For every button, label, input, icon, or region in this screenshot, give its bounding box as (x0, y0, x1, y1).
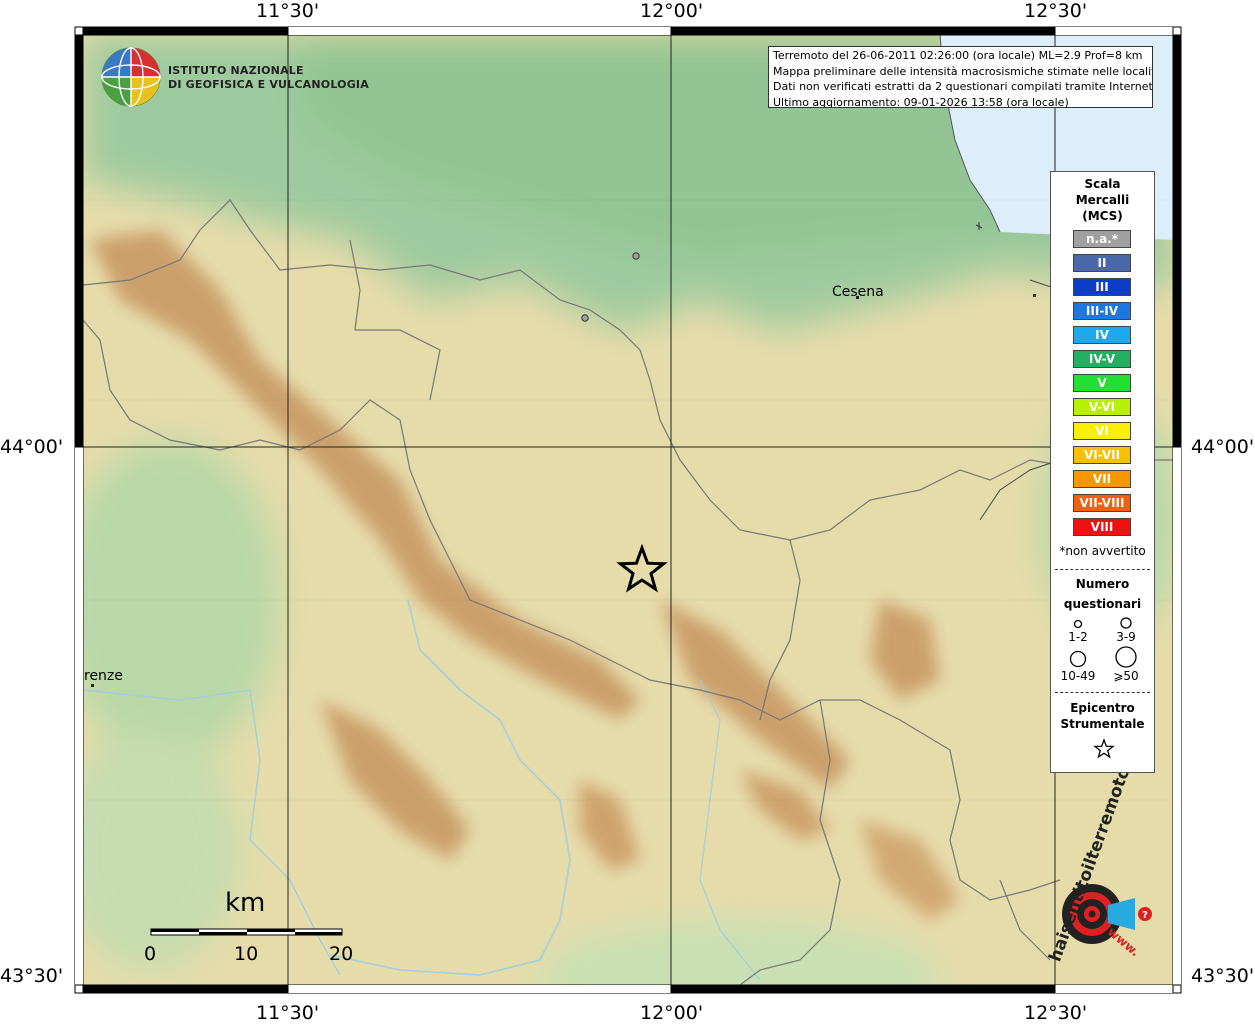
lat-label-left-1: 44°00' (0, 436, 64, 458)
legend-title-2: Mercalli (1075, 193, 1130, 207)
institute-line-2: DI GEOFISICA E VULCANOLOGIA (168, 78, 369, 91)
institute-name: ISTITUTO NAZIONALE DI GEOFISICA E VULCAN… (168, 64, 369, 92)
lat-label-left-2: 43°30' (0, 965, 64, 987)
lon-label-top-3: 12°30' (1024, 0, 1088, 22)
legend-title-1: Scala (1084, 177, 1121, 191)
scale-tick-10: 10 (234, 943, 259, 965)
legend-swatch: VIII (1073, 518, 1131, 536)
legend-questionnaires-title-2: questionari (1063, 597, 1142, 611)
size-label-4: ⩾50 (1113, 669, 1139, 683)
legend-star-icon (1093, 738, 1115, 759)
event-info-line-1: Terremoto del 26-06-2011 02:26:00 (ora l… (773, 49, 1143, 62)
legend-swatch: III (1073, 278, 1131, 296)
legend-swatch: n.a.* (1073, 230, 1131, 248)
legend-epicenter-title-2: Strumentale (1060, 717, 1145, 731)
legend-questionnaires-title-1: Numero (1075, 577, 1130, 591)
legend-swatch: III-IV (1073, 302, 1131, 320)
legend-swatch: V (1073, 374, 1131, 392)
size-label-1: 1-2 (1068, 630, 1088, 644)
scale-tick-0: 0 (144, 943, 157, 965)
legend-swatch: VI (1073, 422, 1131, 440)
legend-swatch: II (1073, 254, 1131, 272)
questionnaire-marker[interactable] (581, 314, 589, 322)
scale-bar (150, 928, 343, 936)
place-firenze: renze (84, 668, 123, 684)
legend-swatch: VI-VII (1073, 446, 1131, 464)
event-info-line-3: Dati non verificati estratti da 2 questi… (773, 80, 1153, 93)
lon-label-bottom-3: 12°30' (1024, 1002, 1088, 1024)
legend-note: *non avvertito (1059, 544, 1146, 558)
size-label-2: 3-9 (1116, 630, 1136, 644)
ingv-logo-icon (101, 47, 161, 107)
scale-tick-20: 20 (329, 943, 354, 965)
lon-label-bottom-2: 12°00' (640, 1002, 704, 1024)
legend-title-3: (MCS) (1082, 209, 1123, 223)
institute-line-1: ISTITUTO NAZIONALE (168, 64, 304, 77)
scale-bar-unit: km (225, 888, 266, 918)
mcs-legend: Scala Mercalli (MCS) n.a.* II III III-IV IV I… (1050, 171, 1155, 773)
legend-swatch: IV (1073, 326, 1131, 344)
lon-label-top-2: 12°00' (640, 0, 704, 22)
firenze-dot (91, 684, 94, 687)
lat-label-right-1: 44°00' (1191, 436, 1255, 458)
terrain (83, 35, 1173, 985)
legend-epicenter-title-1: Epicentro (1070, 701, 1135, 715)
lat-label-right-2: 43°30' (1191, 965, 1255, 987)
lon-label-bottom-1: 11°30' (256, 1002, 320, 1024)
event-info-line-4: Ultimo aggiornamento: 09-01-2026 13:58 (… (773, 95, 1069, 108)
legend-swatch: VII (1073, 470, 1131, 488)
place-cesena: Cesena (832, 284, 884, 300)
size-label-3: 10-49 (1060, 669, 1096, 683)
legend-swatch: V-VI (1073, 398, 1131, 416)
legend-swatch: VII-VIII (1073, 494, 1131, 512)
lon-label-top-1: 11°30' (256, 0, 320, 22)
svg-text:?: ? (1142, 910, 1148, 921)
event-info-line-2: Mappa preliminare delle intensità macros… (773, 64, 1153, 78)
event-info-box: Terremoto del 26-06-2011 02:26:00 (ora l… (768, 46, 1153, 108)
questionnaire-marker[interactable] (632, 252, 640, 260)
legend-swatch: IV-V (1073, 350, 1131, 368)
